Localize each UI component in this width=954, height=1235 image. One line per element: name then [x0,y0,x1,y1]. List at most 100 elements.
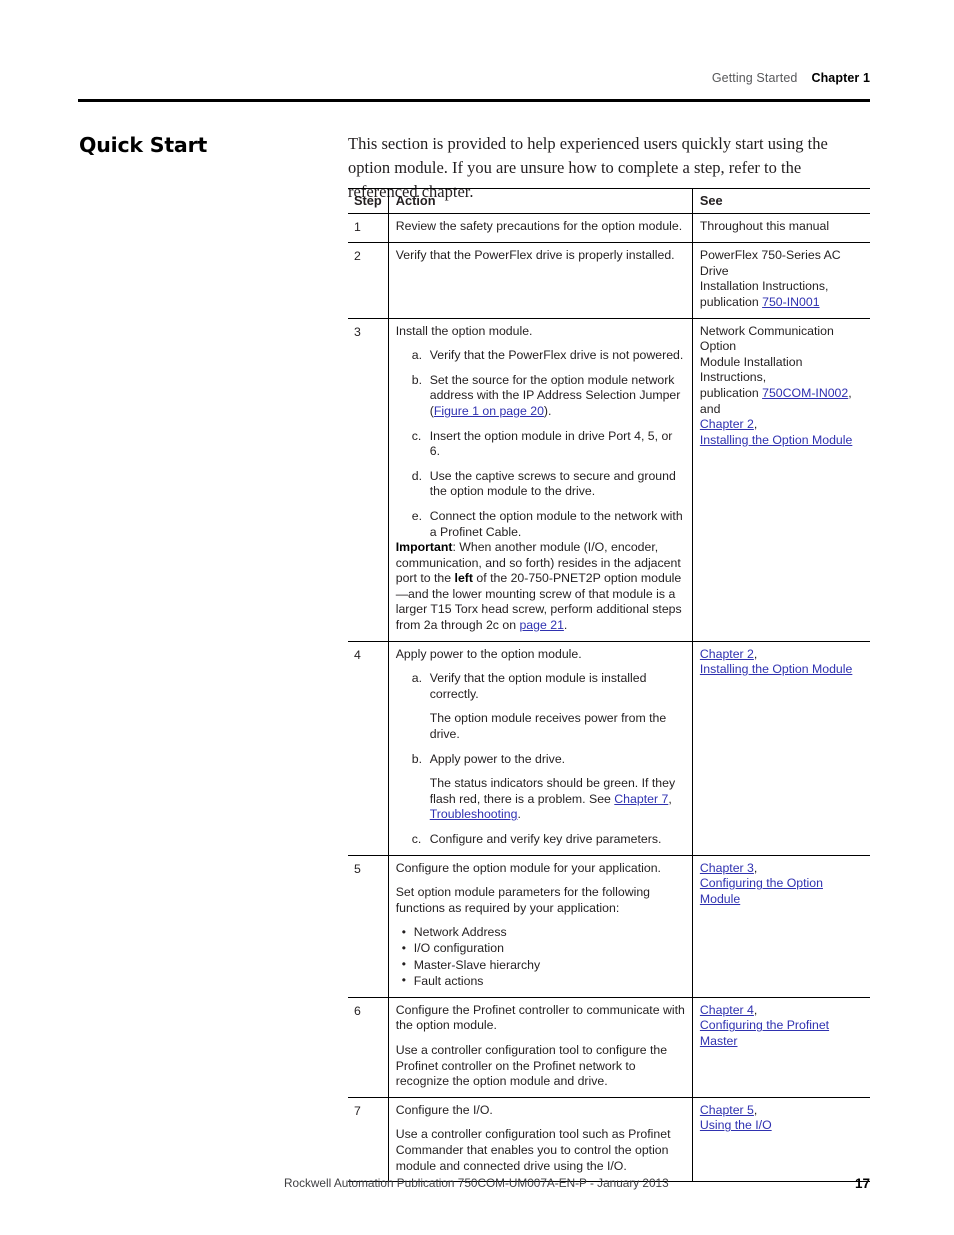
action-text: Configure the I/O. [395,1102,493,1117]
see-link-installing-the-option-module[interactable]: Installing the Option Module [700,433,852,447]
cell-action: Configure the Profinet controller to com… [387,996,693,1098]
cell-action: Install the option module. a. Verify that… [387,317,693,642]
column-header-step: Step [348,188,389,214]
see-text-line: Configuring the Profinet Master [700,1018,864,1049]
see-text-prefix: publication [699,294,763,309]
table-row: 6 Configure the Profinet controller to c… [348,996,870,1098]
cell-see: PowerFlex 750-Series AC Drive Installati… [691,242,870,319]
running-header-section: Getting Started [711,71,798,85]
see-text-line: Chapter 2, [700,647,864,663]
see-link-chapter-4[interactable]: Chapter 4 [700,1003,754,1017]
table-row: 5 Configure the option module for your a… [348,854,870,998]
substep-letter: b. [411,372,422,387]
substep-letter: b. [411,751,422,766]
see-text-line: Module Installation Instructions, [699,354,803,385]
list-item: Master-Slave hierarchy [402,957,686,974]
cell-step: 6 [348,996,389,1098]
substep-text: Use the captive screws to secure and gro… [429,468,676,499]
see-text-line: publication 750COM-IN002, and [700,386,864,417]
column-header-see: See [691,188,870,214]
see-link-chapter-2[interactable]: Chapter 2 [700,417,754,431]
list-item: Network Address [402,925,686,941]
substep-letter: c. [411,832,422,846]
see-text-line: Installing the Option Module [700,433,864,449]
xref-troubleshooting[interactable]: Troubleshooting [430,807,518,821]
substep-item: a. Verify that the PowerFlex drive is not… [412,348,686,364]
see-text-line: Chapter 4, [700,1003,864,1019]
substep-text: Verify that the PowerFlex drive is not p… [429,348,684,363]
see-text-line: Installation Instructions, [699,279,829,294]
see-link-installing-the-option-module[interactable]: Installing the Option Module [700,662,852,676]
table-row: 4 Apply power to the option module. a. Ve… [348,640,870,856]
column-header-action: Action [387,188,693,214]
running-header: Getting Started Chapter 1 [78,70,870,86]
document-page: Getting Started Chapter 1 Quick Start Thi… [0,0,954,1235]
substep-item: c. Insert the option module in drive Port… [412,429,686,460]
quick-start-table: Step Action See 1 Review the safety prec… [348,188,870,1182]
action-text: Configure the Profinet controller to com… [395,1002,685,1033]
cell-action: Apply power to the option module. a. Veri… [387,640,693,856]
see-comma: , [753,1002,758,1017]
substep-item: c. Configure and verify key drive paramet… [412,832,686,848]
action-text: Review the safety precautions for the op… [395,218,683,233]
see-text-line: Chapter 3, [700,861,864,877]
see-comma: , [753,646,758,661]
cell-step: 5 [348,854,389,998]
substep-letter: a. [411,671,422,686]
see-text-prefix: publication [699,385,763,400]
substep-item: e. Connect the option module to the netwo… [412,509,686,540]
list-item: Fault actions [402,973,686,990]
action-text-secondary: Set option module parameters for the fol… [395,885,651,915]
see-link-configuring-the-option-module[interactable]: Configuring the Option Module [700,876,823,906]
cell-action: Configure the option module for your app… [387,854,693,998]
header-rule [78,99,870,102]
table-row: 1 Review the safety precautions for the … [348,213,870,243]
cell-see: Chapter 2, Installing the Option Module [691,640,870,856]
see-link-chapter-3[interactable]: Chapter 3 [700,861,754,875]
page-footer: 17 Rockwell Automation Publication 750COM… [284,1176,870,1191]
see-comma: , [753,417,758,432]
cell-step: 7 [348,1096,389,1182]
see-text: Throughout this manual [699,218,830,233]
cell-action: Configure the I/O. Use a controller conf… [387,1096,693,1182]
see-comma: , [753,860,758,875]
see-link-configuring-the-profinet-master[interactable]: Configuring the Profinet Master [700,1018,829,1048]
substep-text-suffix: ). [543,403,552,418]
see-link-chapter-2[interactable]: Chapter 2 [700,647,754,661]
action-text: Install the option module. [395,323,533,338]
substep-list: a. Verify that the PowerFlex drive is not… [396,348,686,540]
xref-figure-1-page-20[interactable]: Figure 1 on page 20 [434,404,544,418]
see-link-chapter-5[interactable]: Chapter 5 [700,1103,754,1117]
substep-item: b. Set the source for the option module n… [412,373,686,420]
cell-see: Throughout this manual [691,213,870,243]
see-text-line: Using the I/O [700,1118,864,1134]
xref-page-21[interactable]: page 21 [519,618,563,632]
substep-item: d. Use the captive screws to secure and g… [412,468,686,500]
action-text: Configure the option module for your app… [395,860,661,875]
bullet-list: Network Address I/O configuration Master… [396,925,686,989]
important-label: Important [395,540,453,555]
cell-step: 4 [348,640,389,856]
note-mid: , [668,791,672,806]
xref-chapter-7[interactable]: Chapter 7 [614,792,668,806]
substep-text: Configure and verify key drive parameter… [429,832,662,846]
see-link-using-the-io[interactable]: Using the I/O [700,1118,772,1132]
see-text-line: Installing the Option Module [700,662,864,678]
see-link-750-in001[interactable]: 750-IN001 [762,295,819,309]
page-title: Quick Start [79,133,208,157]
cell-step: 2 [348,242,389,319]
list-item: I/O configuration [402,941,686,957]
important-note: Important: When another module (I/O, enc… [396,540,686,634]
important-part-3: . [563,618,568,633]
substep-note: The status indicators should be green. I… [430,776,686,823]
table-header-row: Step Action See [348,188,870,214]
substep-letter: a. [411,348,422,363]
table-row: 3 Install the option module. a. Verify th… [348,317,870,642]
action-text: Verify that the PowerFlex drive is prope… [395,248,675,263]
substep-letter: c. [411,428,422,443]
important-bold-left: left [454,571,473,586]
see-comma: , [753,1102,758,1117]
substep-list: a. Verify that the option module is insta… [396,671,686,847]
see-link-750com-in002[interactable]: 750COM-IN002 [762,386,848,400]
see-text-line: PowerFlex 750-Series AC Drive [699,248,841,278]
